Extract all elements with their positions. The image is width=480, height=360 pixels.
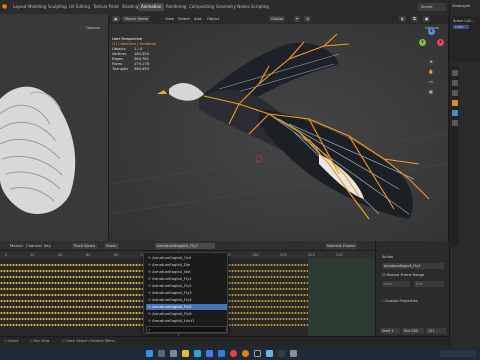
ruler-tick: 80	[114, 253, 119, 257]
dopesheet-header: Marker Channel Key Push Down Stash Armat…	[0, 241, 375, 251]
scene-selector[interactable]: Scene	[418, 3, 446, 11]
outliner[interactable]: Scene Coll... Colle...	[451, 16, 480, 62]
wing-closeup-render	[0, 86, 76, 214]
blender-icon[interactable]	[242, 350, 249, 357]
windows-icon[interactable]	[146, 350, 153, 357]
channel-menu[interactable]: Channel	[24, 243, 44, 249]
outliner-item-collection[interactable]: Colle...	[453, 25, 469, 29]
steam-icon[interactable]	[254, 350, 261, 357]
frame-start-field[interactable]: Start	[382, 281, 410, 287]
ruler-tick: 20	[30, 253, 35, 257]
action-search-input[interactable]: ⌕	[146, 326, 227, 333]
ruler-tick: 200	[280, 253, 287, 257]
current-frame-value[interactable]: 121	[426, 328, 446, 334]
frame-end-field[interactable]: End	[414, 281, 444, 287]
properties-panel: ViewLayer Scene Coll... Colle...	[449, 0, 480, 347]
chrome-icon[interactable]	[230, 350, 237, 357]
key-menu[interactable]: Key	[42, 243, 53, 249]
tab-uv-editing[interactable]: UV Editing	[66, 3, 93, 11]
tab-geometry-nodes[interactable]: Geometry Nodes	[213, 3, 253, 11]
action-option-selected[interactable]: ⟐ ArmatureEagleA_Fly5	[146, 304, 227, 310]
action-option[interactable]: ⟐ ArmatureEagleA_Cell	[146, 255, 227, 261]
constraint-tab-icon[interactable]	[452, 120, 458, 126]
frame-start-value[interactable]: Start 1	[380, 328, 400, 334]
action-option[interactable]: ⟐ ArmatureEagleA_Fly3	[146, 290, 227, 296]
view-layer-label: ViewLayer	[452, 4, 471, 8]
marker-menu[interactable]: Marker	[8, 243, 25, 249]
action-panel-title[interactable]: Action	[382, 255, 393, 259]
main-3d-viewport[interactable]: ▣ Object Mode View Select Add Object Glo…	[109, 14, 448, 241]
action-option[interactable]: ⟐ ArmatureEagleA_Hurt1	[146, 318, 227, 324]
action-option[interactable]: ⟐ ArmatureEagleA_Fly4	[146, 297, 227, 303]
terminal-icon[interactable]	[278, 350, 285, 357]
system-tray[interactable]	[440, 350, 476, 357]
status-select: 🖱 Select	[4, 339, 19, 343]
ruler-tick: 220	[308, 253, 315, 257]
windows-taskbar	[0, 347, 480, 360]
properties-tabs-column	[451, 66, 459, 246]
top-menu-bar: ● Layout Modeling Sculpting UV Editing T…	[0, 0, 480, 14]
tab-animation[interactable]: Animation	[138, 3, 165, 11]
push-down-button[interactable]: Push Down	[72, 243, 97, 249]
settings-icon[interactable]	[290, 350, 297, 357]
action-sidebar: Action ArmatureEagleA_Fly3 ☐ Manual Fram…	[375, 241, 449, 336]
action-option[interactable]: ⟐ ArmatureEagleA_Fly6	[146, 311, 227, 317]
action-option[interactable]: ⟐ ArmatureEagleA_Fly1	[146, 276, 227, 282]
search-icon: ⌕	[148, 327, 151, 332]
stash-button[interactable]: Stash	[104, 243, 119, 249]
photos-icon[interactable]	[266, 350, 273, 357]
status-context-menu: 🖱 Close Search Context Menu	[62, 339, 115, 343]
tab-scripting[interactable]: Scripting	[248, 3, 272, 11]
modifier-tab-icon[interactable]	[452, 110, 458, 116]
output-tab-icon[interactable]	[452, 90, 458, 96]
action-option[interactable]: ⟐ ArmatureEagleA_Idle	[146, 269, 227, 275]
task-view-icon[interactable]	[170, 350, 177, 357]
custom-properties-panel[interactable]: › Custom Properties	[382, 299, 418, 303]
ruler-tick: 40	[58, 253, 63, 257]
scene-label: Scene	[421, 4, 433, 9]
action-option[interactable]: ⟐ ArmatureEagleA_Fly2	[146, 283, 227, 289]
tool-tab-icon[interactable]	[452, 70, 458, 76]
store-icon[interactable]	[206, 350, 213, 357]
ruler-tick: 60	[86, 253, 91, 257]
playback-controls: Start 1 End 250 121	[380, 328, 448, 335]
left-options-button[interactable]: Options	[86, 26, 100, 30]
nearest-frame-dropdown[interactable]: Nearest Frame	[325, 243, 357, 249]
outliner-item-scene-collection[interactable]: Scene Coll...	[453, 19, 474, 23]
action-field[interactable]: ArmatureEagleA_Fly3	[382, 263, 444, 269]
edge-icon[interactable]	[194, 350, 201, 357]
action-option[interactable]: ⟐ ArmatureEagleA_Die	[146, 262, 227, 268]
3d-cursor-icon	[255, 155, 263, 163]
render-tab-icon[interactable]	[452, 80, 458, 86]
blender-logo-icon[interactable]: ●	[2, 3, 8, 11]
ruler-tick: 0	[5, 253, 8, 257]
action-selector[interactable]: ArmatureEagleA_Fly3	[155, 243, 215, 249]
tab-texture-paint[interactable]: Texture Paint	[90, 3, 122, 11]
status-bar: 🖱 Select 🖱 Pan View 🖱 Close Search Conte…	[0, 336, 449, 347]
object-tab-icon[interactable]	[452, 100, 458, 106]
file-explorer-icon[interactable]	[182, 350, 189, 357]
left-viewport[interactable]: Options	[0, 14, 108, 241]
action-dropdown-menu[interactable]: ⟐ ArmatureEagleA_Cell ⟐ ArmatureEagleA_D…	[143, 252, 228, 334]
manual-frame-range-checkbox[interactable]: ☐ Manual Frame Range	[382, 273, 424, 277]
search-icon[interactable]	[158, 350, 165, 357]
eagle-armature-model[interactable]	[109, 14, 448, 241]
ruler-tick: 180	[252, 253, 259, 257]
ruler-tick: 240	[336, 253, 343, 257]
mail-icon[interactable]	[218, 350, 225, 357]
frame-end-value[interactable]: End 250	[402, 328, 424, 334]
status-pan-view: 🖱 Pan View	[30, 339, 50, 343]
